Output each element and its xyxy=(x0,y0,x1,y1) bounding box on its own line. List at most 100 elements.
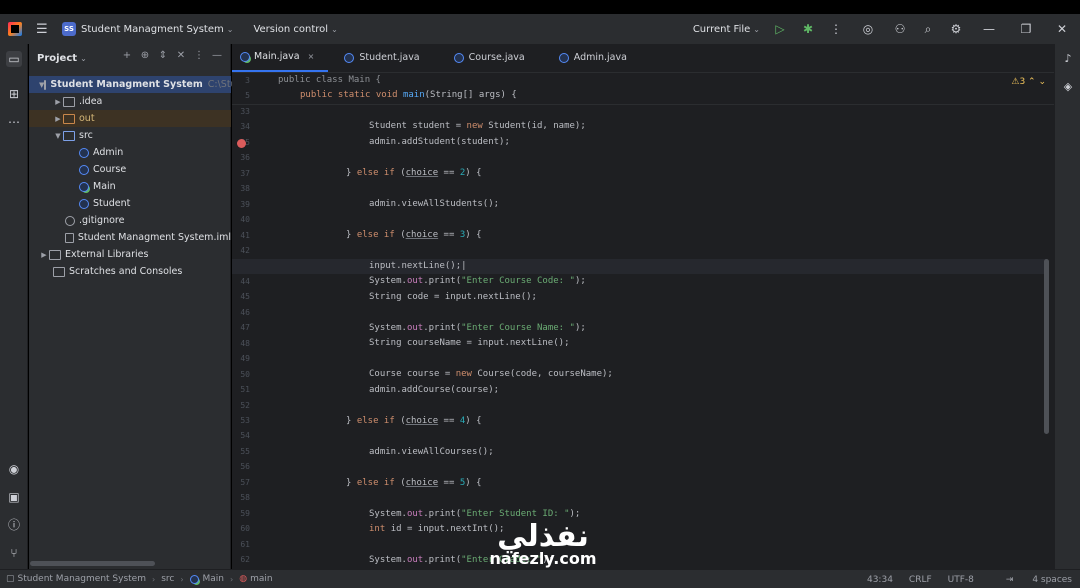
code-line-43[interactable]: input.nextLine();| xyxy=(369,261,467,271)
options-icon[interactable]: ⋮ xyxy=(190,50,208,61)
code-line-50[interactable]: Course course = new Course(code, courseN… xyxy=(369,369,613,379)
expand-icon[interactable]: ⇕ xyxy=(154,50,172,61)
code-line-47[interactable]: System.out.print("Enter Course Name: "); xyxy=(369,323,586,333)
code-line-51[interactable]: admin.addCourse(course); xyxy=(369,385,499,395)
library-icon xyxy=(49,249,61,260)
line-number: 50 xyxy=(240,369,250,379)
locate-icon[interactable]: ⊕ xyxy=(136,50,154,61)
ai-chat-icon[interactable]: ◈ xyxy=(1061,80,1075,93)
add-icon[interactable]: + xyxy=(118,50,136,61)
code-line-34[interactable]: Student student = new Student(id, name); xyxy=(369,121,586,131)
structure-icon[interactable]: ⊞ xyxy=(6,86,22,102)
minimize-icon[interactable]: — xyxy=(970,22,1008,36)
tree-item-project-root[interactable]: ▼ Student Managment System C:\Stu xyxy=(29,76,237,93)
tree-item-gitignore[interactable]: .gitignore xyxy=(29,212,231,229)
code-line-35[interactable]: admin.addStudent(student); xyxy=(369,137,510,147)
collapse-icon[interactable]: ✕ xyxy=(172,50,190,61)
chevron-down-icon[interactable]: ⌄ xyxy=(227,25,234,34)
project-badge[interactable]: SS xyxy=(62,22,76,36)
tree-item-student[interactable]: Student xyxy=(29,195,231,212)
line-number: 41 xyxy=(240,230,250,240)
line-number: 58 xyxy=(240,493,250,503)
class-icon xyxy=(344,52,355,63)
indent-setting[interactable]: ⇥ 4 spaces xyxy=(990,575,1072,585)
problems-icon[interactable]: ⓘ xyxy=(6,517,22,533)
code-line-59[interactable]: System.out.print("Enter Student ID: "); xyxy=(369,509,580,519)
code-line-48[interactable]: String courseName = input.nextLine(); xyxy=(369,338,569,348)
code-line-57[interactable]: } else if (choice == 5) { xyxy=(346,478,482,488)
chevron-right-icon[interactable]: ▶ xyxy=(53,115,63,123)
breadcrumb-main[interactable]: Main xyxy=(189,574,224,584)
tree-item-external-libraries[interactable]: ▶ External Libraries xyxy=(29,246,231,263)
code-editor[interactable]: Main.java × Student.java Course.java Adm… xyxy=(232,44,1054,569)
project-panel: Project ⌄ + ⊕ ⇕ ✕ ⋮ — ▼ Student Managmen… xyxy=(29,44,237,569)
breadcrumb-src[interactable]: src xyxy=(161,574,174,584)
chevron-down-icon[interactable]: ▼ xyxy=(53,132,63,140)
folder-icon[interactable]: ▭ xyxy=(6,51,22,67)
restore-icon[interactable]: ❐ xyxy=(1008,22,1044,36)
close-tab-icon[interactable]: × xyxy=(308,52,315,61)
git-icon[interactable]: ⑂ xyxy=(6,545,22,561)
add-user-icon[interactable]: ⚇ xyxy=(886,22,914,36)
gear-icon[interactable]: ⚙ xyxy=(942,22,970,36)
code-line-44[interactable]: System.out.print("Enter Course Code: "); xyxy=(369,276,586,286)
code-line-37[interactable]: } else if (choice == 2) { xyxy=(346,168,482,178)
file-encoding[interactable]: UTF-8 xyxy=(948,575,974,585)
main-menu-icon[interactable]: ☰ xyxy=(36,22,50,37)
code-line-53[interactable]: } else if (choice == 4) { xyxy=(346,416,482,426)
tree-item-idea[interactable]: ▶ .idea xyxy=(29,93,231,110)
chevron-right-icon[interactable]: ▶ xyxy=(53,98,63,106)
tree-item-scratches[interactable]: Scratches and Consoles xyxy=(29,263,231,280)
close-icon[interactable]: ✕ xyxy=(1044,22,1080,36)
code-line-55[interactable]: admin.viewAllCourses(); xyxy=(369,447,494,457)
status-bar: ▢ Student Managment System › src › Main ›… xyxy=(0,569,1080,588)
ai-assistant-icon[interactable]: ◎ xyxy=(850,22,886,36)
tree-item-main[interactable]: Main xyxy=(29,178,231,195)
scratches-icon xyxy=(53,266,65,277)
hide-icon[interactable]: — xyxy=(208,50,226,61)
tab-admin-java[interactable]: Admin.java xyxy=(551,43,641,72)
tree-item-out[interactable]: ▶ out xyxy=(29,110,231,127)
debug-icon[interactable]: ✱ xyxy=(794,22,822,36)
code-line-39[interactable]: admin.viewAllStudents(); xyxy=(369,199,499,209)
sticky-line-main[interactable]: public static void main(String[] args) { xyxy=(300,90,517,100)
watermark-logo: نفذلي nafezly.com xyxy=(478,520,608,568)
caret-position[interactable]: 43:34 xyxy=(867,575,893,585)
horizontal-scrollbar[interactable] xyxy=(30,561,155,566)
search-icon[interactable]: ⌕ xyxy=(914,22,942,37)
warnings-indicator[interactable]: ⚠3 ⌃ ⌄ xyxy=(1011,77,1046,87)
more-tools-icon[interactable]: ⋯ xyxy=(6,114,22,130)
tree-item-course[interactable]: Course xyxy=(29,161,231,178)
line-number: 47 xyxy=(240,323,250,333)
code-line-45[interactable]: String code = input.nextLine(); xyxy=(369,292,537,302)
line-number: 39 xyxy=(240,199,250,209)
chevron-right-icon[interactable]: ▶ xyxy=(39,251,49,259)
breadcrumb-method[interactable]: ◍ main xyxy=(239,574,272,584)
terminal-icon[interactable]: ▣ xyxy=(6,489,22,505)
tree-item-iml[interactable]: Student Managment System.iml xyxy=(29,229,231,246)
breadcrumb-project[interactable]: ▢ Student Managment System xyxy=(6,574,146,584)
tab-main-java[interactable]: Main.java × xyxy=(232,43,329,72)
run-icon[interactable]: ▷ xyxy=(766,22,794,36)
tree-item-src[interactable]: ▼ src xyxy=(29,127,231,144)
vertical-scrollbar[interactable] xyxy=(1044,259,1049,434)
code-line-41[interactable]: } else if (choice == 3) { xyxy=(346,230,482,240)
sticky-line-class[interactable]: public class Main { xyxy=(278,75,381,85)
project-name[interactable]: Student Managment System xyxy=(81,24,224,35)
tab-student-java[interactable]: Student.java xyxy=(336,43,433,72)
project-panel-title[interactable]: Project xyxy=(37,53,77,64)
notifications-icon[interactable]: ♪ xyxy=(1061,52,1075,65)
run-configuration[interactable]: Current File xyxy=(693,24,750,35)
breakpoint-icon[interactable] xyxy=(237,139,246,148)
chevron-down-icon[interactable]: ⌄ xyxy=(753,25,760,34)
more-icon[interactable]: ⋮ xyxy=(822,22,850,36)
module-file-icon xyxy=(65,232,74,243)
tree-item-admin[interactable]: Admin xyxy=(29,144,231,161)
chevron-down-icon[interactable]: ⌄ xyxy=(331,25,338,34)
line-number: 59 xyxy=(240,508,250,518)
version-control-menu[interactable]: Version control xyxy=(253,24,328,35)
chevron-down-icon[interactable]: ⌄ xyxy=(80,54,87,63)
services-icon[interactable]: ◉ xyxy=(6,461,22,477)
line-separator[interactable]: CRLF xyxy=(909,575,932,585)
tab-course-java[interactable]: Course.java xyxy=(446,43,539,72)
